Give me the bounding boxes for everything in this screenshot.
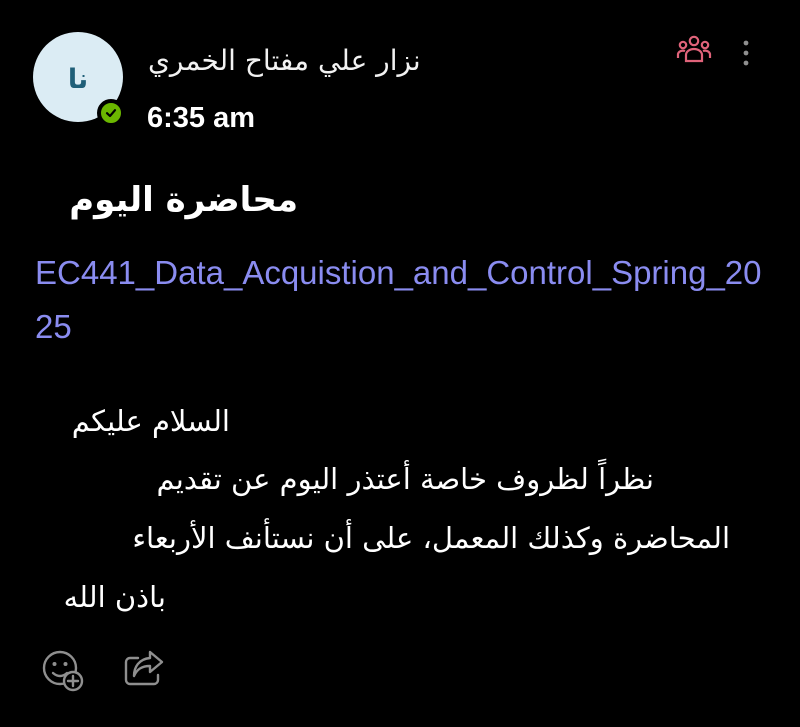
avatar-initials: نا <box>67 63 89 95</box>
message-subject: محاضرة اليوم <box>69 180 298 220</box>
author-name[interactable]: نزار علي مفتاح الخمري <box>148 44 421 77</box>
message-text-line: باذن الله <box>63 580 166 614</box>
check-glyph <box>105 109 117 118</box>
message-timestamp: 6:35 am <box>147 102 256 134</box>
add-reaction-icon[interactable] <box>40 648 86 694</box>
more-vertical-icon[interactable] <box>738 38 754 70</box>
share-icon[interactable] <box>122 648 166 688</box>
channel-link[interactable]: EC441_Data_Acquistion_and_Control_Spring… <box>35 246 775 354</box>
available-check-icon <box>97 99 125 127</box>
message-greeting: السلام عليكم <box>71 404 230 438</box>
message-text-line: المحاضرة وكذلك المعمل، على أن نستأنف الأ… <box>132 521 730 555</box>
people-icon[interactable] <box>676 34 712 66</box>
message-text-line: نظراً لظروف خاصة أعتذر اليوم عن تقديم <box>156 462 655 496</box>
